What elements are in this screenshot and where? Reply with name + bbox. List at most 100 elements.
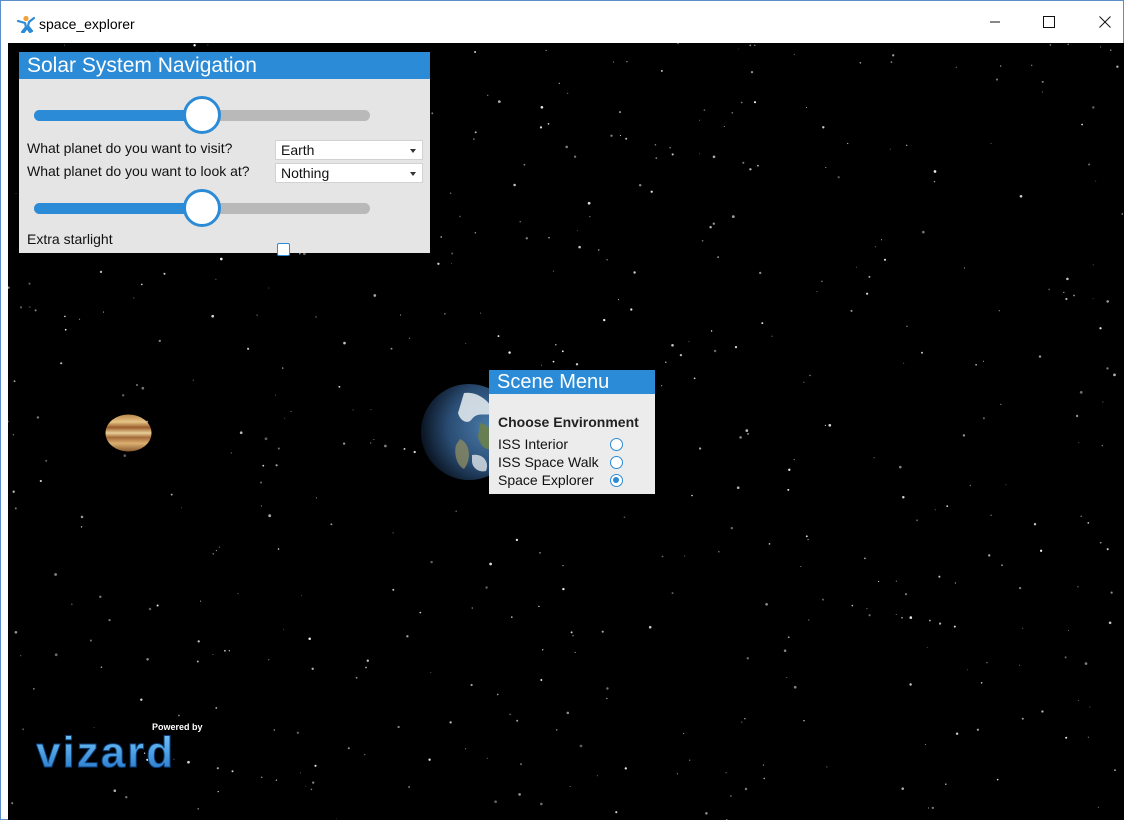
star <box>125 796 128 799</box>
close-button[interactable] <box>1077 1 1124 43</box>
star <box>677 43 679 45</box>
star <box>955 732 959 735</box>
star <box>1030 64 1033 67</box>
star <box>1041 710 1044 713</box>
slider-thumb[interactable] <box>183 96 221 134</box>
star <box>740 101 743 104</box>
minimize-icon <box>990 21 1000 23</box>
star <box>1077 700 1079 702</box>
star <box>262 464 265 467</box>
star <box>665 361 667 363</box>
star <box>892 54 895 57</box>
star <box>982 417 985 420</box>
dropdown-arrow-icon <box>410 149 416 153</box>
star <box>1084 662 1088 665</box>
star <box>29 306 31 308</box>
vizard-figure-icon <box>17 15 35 33</box>
star <box>509 713 511 716</box>
star <box>312 781 315 784</box>
star <box>373 294 377 297</box>
star <box>122 394 125 397</box>
title-bar[interactable]: space_explorer <box>1 1 1123 43</box>
star <box>497 335 500 338</box>
star <box>230 452 233 454</box>
star <box>713 349 717 353</box>
star <box>847 142 849 145</box>
star <box>1041 80 1044 83</box>
star <box>108 618 111 622</box>
star <box>596 775 598 777</box>
star <box>895 580 897 582</box>
star <box>54 653 58 657</box>
star <box>1116 65 1119 68</box>
star <box>703 109 706 111</box>
zoom-slider[interactable] <box>34 188 370 228</box>
star <box>78 318 81 320</box>
star <box>618 111 622 114</box>
star <box>259 481 263 484</box>
star <box>786 676 788 679</box>
star <box>655 157 658 159</box>
star <box>725 772 727 774</box>
star <box>638 184 642 187</box>
star <box>828 423 832 427</box>
star <box>342 442 346 445</box>
star <box>759 271 762 275</box>
star <box>1110 591 1113 594</box>
minimize-button[interactable] <box>967 1 1023 43</box>
star <box>64 328 67 331</box>
star <box>1106 300 1110 303</box>
star <box>330 523 333 526</box>
star <box>986 661 988 664</box>
star <box>355 676 358 679</box>
maximize-button[interactable] <box>1021 1 1077 43</box>
star <box>730 795 732 797</box>
star <box>669 147 671 149</box>
star <box>479 312 481 314</box>
star <box>976 728 980 731</box>
star <box>384 444 387 448</box>
star <box>1039 549 1043 552</box>
star <box>219 257 223 261</box>
star <box>538 605 540 608</box>
star <box>100 666 103 668</box>
look-planet-select[interactable]: Nothing <box>275 163 423 183</box>
iss-interior-radio[interactable] <box>610 438 623 451</box>
extra-starlight-checkbox[interactable] <box>277 243 290 256</box>
star <box>215 549 218 552</box>
star <box>996 778 999 781</box>
star <box>901 787 904 790</box>
star <box>140 283 143 286</box>
star <box>895 614 897 616</box>
star <box>933 180 936 183</box>
star <box>1087 522 1090 524</box>
star <box>158 339 161 343</box>
star <box>1018 664 1020 666</box>
star <box>273 729 276 731</box>
choose-environment-heading: Choose Environment <box>498 414 639 430</box>
star <box>392 532 394 534</box>
star <box>22 728 24 731</box>
space-explorer-radio[interactable] <box>610 474 623 487</box>
jupiter-planet[interactable] <box>105 414 152 452</box>
iss-space-walk-radio[interactable] <box>610 456 623 469</box>
star <box>408 786 410 788</box>
star <box>577 229 578 231</box>
star <box>689 759 691 761</box>
star <box>597 249 600 251</box>
star <box>540 105 544 109</box>
star <box>883 258 887 261</box>
star <box>8 420 10 423</box>
slider-thumb[interactable] <box>183 189 221 227</box>
solar-system-navigation-panel: Solar System Navigation What planet do y… <box>19 52 430 256</box>
star <box>803 381 805 383</box>
star <box>873 457 875 459</box>
speed-slider[interactable] <box>34 95 370 135</box>
star <box>765 602 768 606</box>
star <box>300 594 302 596</box>
star <box>710 330 713 332</box>
3d-viewport[interactable]: Solar System Navigation What planet do y… <box>8 43 1124 820</box>
star <box>197 640 200 643</box>
star <box>718 551 720 553</box>
visit-planet-select[interactable]: Earth <box>275 140 423 160</box>
